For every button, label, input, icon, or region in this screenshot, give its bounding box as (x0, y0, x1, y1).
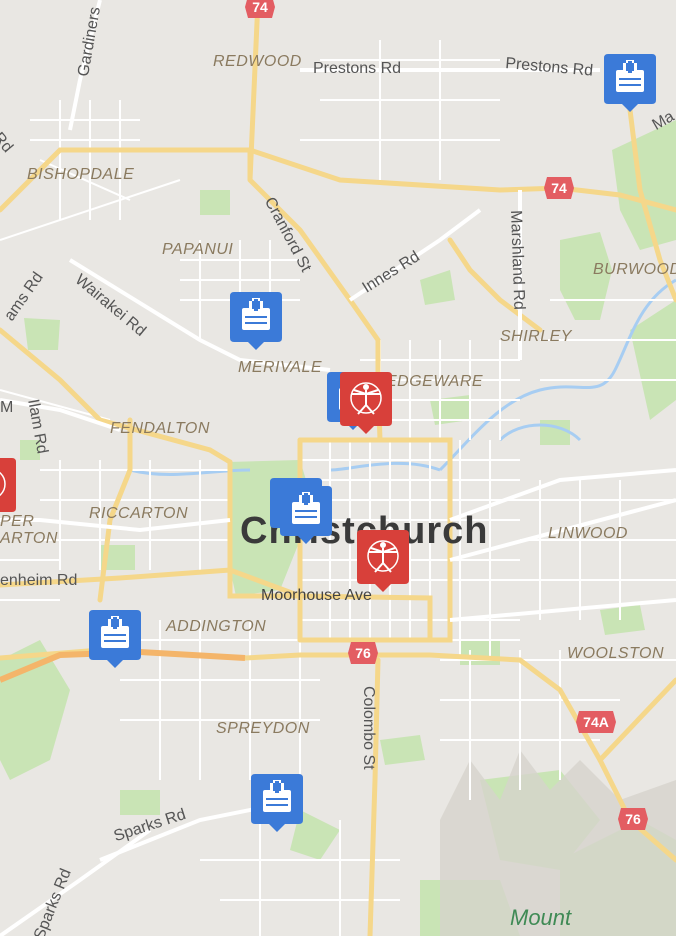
suburb-label: PAPANUI (162, 241, 234, 258)
physio-marker[interactable] (357, 530, 409, 592)
hospital-marker[interactable] (230, 292, 282, 350)
hospital-marker[interactable] (251, 774, 303, 832)
suburb-label: MERIVALE (238, 359, 323, 376)
hospital-icon (251, 774, 303, 832)
suburb-label: SHIRLEY (500, 328, 572, 345)
hospital-icon (89, 610, 141, 668)
hospital-icon (280, 486, 332, 544)
suburb-label: FENDALTON (110, 420, 210, 437)
suburb-label: ARTON (0, 530, 58, 547)
suburb-label: WOOLSTON (567, 645, 665, 662)
highway-shield: 76 (348, 642, 378, 664)
vitruvian-man-icon (340, 372, 392, 434)
road-label: enheim Rd (0, 572, 78, 589)
suburb-label: ADDINGTON (166, 618, 267, 635)
physio-marker[interactable] (0, 458, 16, 516)
hospital-marker[interactable] (280, 486, 332, 544)
physio-marker[interactable] (340, 372, 392, 434)
suburb-label: BISHOPDALE (27, 166, 135, 183)
hospital-marker[interactable] (604, 54, 656, 112)
road-label: Colombo St (360, 686, 377, 770)
suburb-label: EDGEWARE (386, 373, 484, 390)
highway-shield: 74 (544, 177, 574, 199)
terrain-label: Mount (510, 905, 572, 930)
suburb-label: REDWOOD (213, 53, 302, 70)
vitruvian-man-icon (0, 458, 16, 512)
road-label: Prestons Rd (313, 60, 402, 77)
suburb-label: LINWOOD (548, 525, 628, 542)
road-label: M (0, 399, 14, 416)
map-canvas[interactable]: REDWOOD BISHOPDALE PAPANUI MERIVALE EDGE… (0, 0, 676, 936)
highway-shield: 74A (576, 711, 616, 733)
hospital-marker[interactable] (89, 610, 141, 668)
hospital-icon (230, 292, 282, 350)
suburb-label: RICCARTON (89, 505, 189, 522)
highway-shield: 74 (245, 0, 275, 18)
road-label: Moorhouse Ave (261, 587, 372, 604)
suburb-label: SPREYDON (216, 720, 310, 737)
highway-shield: 76 (618, 808, 648, 830)
map-base-layer (0, 0, 676, 936)
hospital-icon (604, 54, 656, 112)
road-label: Marshland Rd (507, 209, 528, 311)
vitruvian-man-icon (357, 530, 409, 592)
suburb-label: BURWOOD (593, 261, 676, 278)
